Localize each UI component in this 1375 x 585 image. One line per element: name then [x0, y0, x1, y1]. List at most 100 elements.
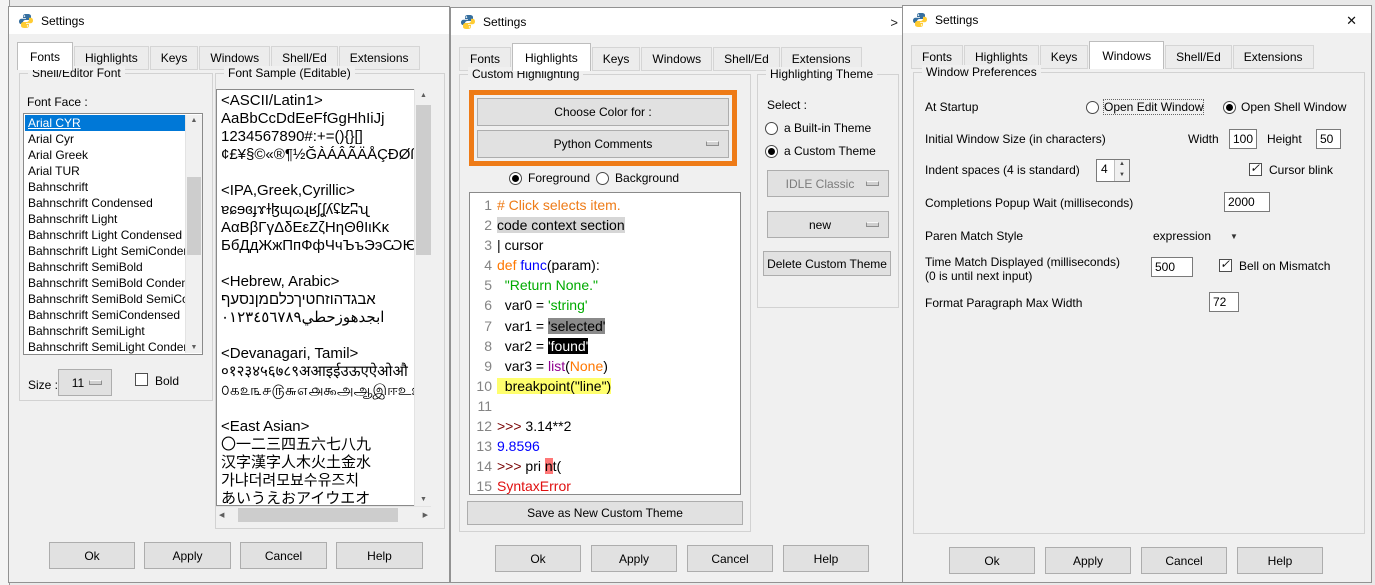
- apply-button[interactable]: Apply: [144, 542, 231, 569]
- code-line[interactable]: 12>>> 3.14**2: [472, 416, 740, 436]
- combo-arrow-icon[interactable]: ▼: [1230, 232, 1238, 241]
- foreground-radio[interactable]: [509, 172, 522, 185]
- font-list-item[interactable]: Bahnschrift SemiBold Condensed: [25, 275, 185, 291]
- code-segment-plain[interactable]: pri: [522, 458, 545, 474]
- font-list-item[interactable]: Arial Greek: [25, 147, 185, 163]
- scroll-up-icon[interactable]: ▲: [415, 92, 432, 99]
- code-segment-plain[interactable]: | cursor: [497, 237, 543, 253]
- bold-checkbox[interactable]: [135, 373, 148, 386]
- font-list-item[interactable]: Arial TUR: [25, 163, 185, 179]
- code-segment-comment[interactable]: # Click selects item.: [497, 197, 621, 213]
- cursor-blink-checkbox[interactable]: ✓: [1249, 163, 1262, 176]
- close-icon[interactable]: ✕: [1346, 13, 1357, 29]
- tab-windows[interactable]: Windows: [1089, 41, 1164, 69]
- code-segment-keyword[interactable]: None: [570, 358, 603, 374]
- font-list-item[interactable]: Bahnschrift Light: [25, 211, 185, 227]
- font-list-item[interactable]: Bahnschrift SemiCondensed: [25, 307, 185, 323]
- delete-theme-button[interactable]: Delete Custom Theme: [763, 251, 891, 276]
- custom-theme-dropdown[interactable]: new: [767, 211, 889, 238]
- cancel-button[interactable]: Cancel: [1141, 547, 1227, 574]
- bold-label[interactable]: Bold: [155, 374, 179, 388]
- bell-label[interactable]: Bell on Mismatch: [1239, 259, 1330, 273]
- cancel-button[interactable]: Cancel: [687, 545, 773, 572]
- tab-windows[interactable]: Windows: [641, 47, 712, 71]
- open-shell-window-radio[interactable]: [1223, 101, 1236, 114]
- code-segment-builtin[interactable]: list: [548, 358, 565, 374]
- code-line[interactable]: 3| cursor: [472, 235, 740, 255]
- code-segment-plain[interactable]: var3 =: [497, 358, 548, 374]
- ok-button[interactable]: Ok: [949, 547, 1035, 574]
- open-shell-window-label[interactable]: Open Shell Window: [1241, 100, 1346, 114]
- foreground-label[interactable]: Foreground: [528, 171, 590, 185]
- code-segment-string[interactable]: 'string': [548, 297, 588, 313]
- code-segment-error[interactable]: n: [545, 458, 553, 474]
- scroll-thumb[interactable]: [187, 177, 201, 255]
- width-input[interactable]: [1229, 129, 1257, 149]
- completions-input[interactable]: [1224, 192, 1270, 212]
- scroll-left-icon[interactable]: ◀: [219, 511, 224, 519]
- save-theme-button[interactable]: Save as New Custom Theme: [467, 501, 743, 525]
- code-segment-plain[interactable]: (param):: [547, 257, 600, 273]
- apply-button[interactable]: Apply: [591, 545, 677, 572]
- scroll-thumb[interactable]: [416, 105, 431, 255]
- sample-hscrollbar[interactable]: ◀ ▶: [216, 506, 431, 523]
- apply-button[interactable]: Apply: [1045, 547, 1131, 574]
- ok-button[interactable]: Ok: [49, 542, 135, 569]
- code-line[interactable]: 8 var2 = 'found': [472, 336, 740, 356]
- format-width-input[interactable]: [1209, 292, 1239, 312]
- font-list-item[interactable]: Bahnschrift: [25, 179, 185, 195]
- tab-highlights[interactable]: Highlights: [512, 43, 591, 71]
- scroll-up-icon[interactable]: ▲: [186, 117, 202, 124]
- titlebar[interactable]: Settings ✕: [903, 6, 1371, 33]
- custom-theme-label[interactable]: a Custom Theme: [784, 144, 876, 158]
- builtin-theme-label[interactable]: a Built-in Theme: [784, 121, 871, 135]
- code-segment-plain[interactable]: ): [603, 358, 608, 374]
- code-segment-stdout[interactable]: 9.8596: [497, 438, 540, 454]
- time-match-input[interactable]: [1151, 257, 1193, 277]
- code-segment-plain[interactable]: 3.14**2: [522, 418, 572, 434]
- open-edit-window-radio[interactable]: [1086, 101, 1099, 114]
- code-line[interactable]: 10 breakpoint("line"): [472, 376, 740, 396]
- code-line[interactable]: 9 var3 = list(None): [472, 356, 740, 376]
- builtin-theme-dropdown[interactable]: IDLE Classic: [767, 170, 889, 197]
- font-list-item[interactable]: Bahnschrift SemiLight: [25, 323, 185, 339]
- tab-fonts[interactable]: Fonts: [17, 42, 73, 70]
- code-segment-hit[interactable]: 'found': [548, 338, 588, 354]
- indent-spinner[interactable]: 4 ▲▼: [1096, 159, 1130, 182]
- scroll-thumb[interactable]: [238, 508, 398, 522]
- bell-checkbox[interactable]: ✓: [1219, 259, 1232, 272]
- tab-keys[interactable]: Keys: [1040, 45, 1089, 69]
- code-segment-console[interactable]: >>>: [497, 418, 522, 434]
- code-segment-console[interactable]: >>>: [497, 458, 522, 474]
- ok-button[interactable]: Ok: [495, 545, 581, 572]
- spinner-arrows[interactable]: ▲▼: [1114, 160, 1129, 181]
- paren-match-select[interactable]: expression: [1153, 229, 1211, 243]
- code-segment-plain[interactable]: t(: [553, 458, 562, 474]
- code-segment-hilite[interactable]: 'selected': [548, 318, 606, 334]
- help-button[interactable]: Help: [1237, 547, 1323, 574]
- code-line[interactable]: 7 var1 = 'selected': [472, 316, 740, 336]
- code-segment-string[interactable]: "Return None.": [505, 277, 598, 293]
- custom-theme-radio[interactable]: [765, 145, 778, 158]
- code-line[interactable]: 139.8596: [472, 436, 740, 456]
- font-sample-text[interactable]: <ASCII/Latin1> AaBbCcDdEeFfGgHhIiJj 1234…: [216, 89, 415, 506]
- code-segment-definition[interactable]: func: [520, 257, 546, 273]
- code-line[interactable]: 15SyntaxError: [472, 476, 740, 495]
- code-line[interactable]: 6 var0 = 'string': [472, 295, 740, 315]
- font-list-item[interactable]: Arial CYR: [25, 115, 185, 131]
- code-segment-context[interactable]: code context section: [497, 217, 625, 233]
- code-segment-plain[interactable]: var1 =: [497, 318, 548, 334]
- background-label[interactable]: Background: [615, 171, 679, 185]
- font-list-item[interactable]: Bahnschrift SemiBold SemiCondensed: [25, 291, 185, 307]
- highlight-target-dropdown[interactable]: Python Comments: [477, 130, 729, 158]
- background-radio[interactable]: [596, 172, 609, 185]
- open-edit-window-label[interactable]: Open Edit Window: [1104, 100, 1203, 114]
- font-list-item[interactable]: Bahnschrift SemiLight Condensed: [25, 339, 185, 354]
- tab-keys[interactable]: Keys: [592, 47, 641, 71]
- tab-keys[interactable]: Keys: [150, 46, 199, 70]
- scroll-right-icon[interactable]: ▶: [423, 511, 428, 519]
- font-list-item[interactable]: Arial Cyr: [25, 131, 185, 147]
- code-line[interactable]: 14>>> pri nt(: [472, 456, 740, 476]
- code-line[interactable]: 5 "Return None.": [472, 275, 740, 295]
- highlight-sample[interactable]: 1# Click selects item.2code context sect…: [469, 192, 741, 495]
